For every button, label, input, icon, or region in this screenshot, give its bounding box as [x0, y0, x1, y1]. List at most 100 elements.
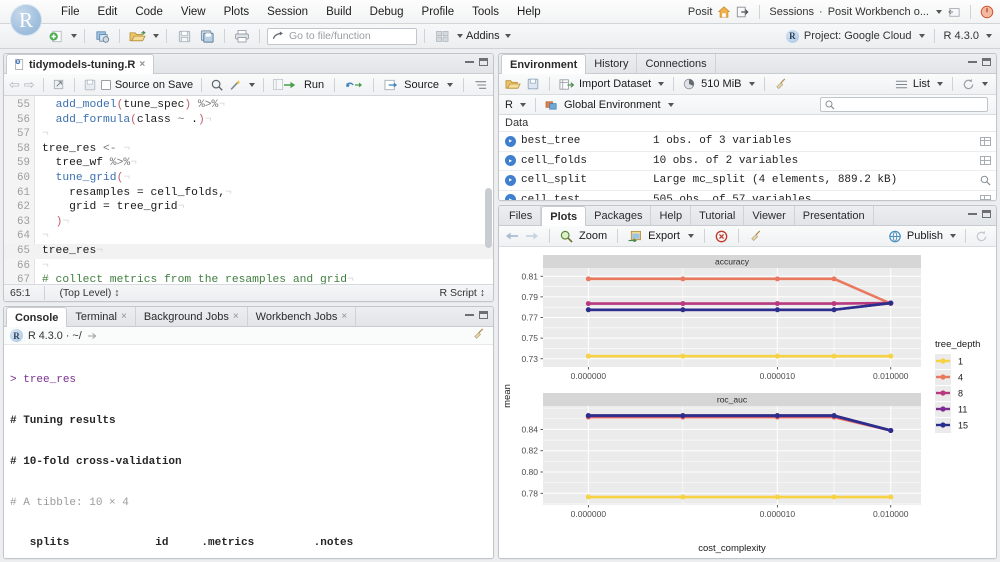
environment-scope[interactable]: Global Environment [564, 99, 661, 111]
project-chevron-icon[interactable] [918, 34, 925, 38]
publish-chevron-icon[interactable] [950, 234, 956, 238]
plot-display-area[interactable]: accuracy 0.73 0.75 0.77 0.79 0.81 0.000000 0.00… [499, 247, 996, 558]
memory-usage-label[interactable]: 510 MiB [701, 78, 741, 90]
expand-icon[interactable]: ▸ [505, 174, 516, 186]
environment-language[interactable]: R [505, 99, 513, 111]
find-replace-icon[interactable] [210, 78, 224, 92]
maximize-icon[interactable] [479, 58, 488, 66]
menu-item-build[interactable]: Build [317, 4, 361, 20]
forward-arrow-icon[interactable]: ⇨ [24, 77, 35, 93]
new-project-button[interactable] [92, 27, 112, 46]
menu-item-file[interactable]: File [52, 4, 89, 20]
clear-all-plots-icon[interactable] [749, 230, 762, 242]
close-icon[interactable]: × [341, 311, 347, 322]
save-workspace-icon[interactable] [526, 77, 540, 91]
tab-console[interactable]: Console [6, 307, 68, 327]
tab-viewer[interactable]: Viewer [744, 206, 795, 225]
code-tools-wand-icon[interactable] [228, 78, 243, 92]
show-document-outline-icon[interactable] [474, 79, 488, 91]
panes-chevron-icon[interactable] [457, 34, 463, 38]
rerun-icon[interactable] [345, 79, 363, 91]
home-icon[interactable] [717, 5, 731, 19]
expand-icon[interactable]: ▸ [505, 155, 516, 167]
open-file-chevron-icon[interactable] [153, 34, 159, 38]
environment-variable-list[interactable]: Data ▸ best_tree 1 obs. of 3 variables ▸ cel… [499, 115, 996, 200]
source-on-save-checkbox[interactable] [100, 79, 111, 90]
menu-item-profile[interactable]: Profile [413, 4, 464, 20]
minimize-icon[interactable] [968, 213, 977, 215]
menu-item-edit[interactable]: Edit [89, 4, 127, 20]
code-editor[interactable]: 55 add_model(tune_spec) %>%¬ 56 add_formu… [4, 96, 493, 284]
view-table-icon[interactable] [974, 156, 996, 166]
tab-terminal[interactable]: Terminal × [67, 307, 136, 326]
clear-console-button[interactable] [472, 328, 485, 343]
save-icon[interactable] [83, 78, 97, 92]
environment-row[interactable]: ▸ cell_folds 10 obs. of 2 variables [499, 152, 996, 171]
expand-icon[interactable]: ▸ [505, 135, 516, 147]
tab-packages[interactable]: Packages [586, 206, 652, 225]
refresh-chevron-icon[interactable] [982, 82, 988, 86]
open-file-button[interactable] [127, 27, 148, 46]
tab-help[interactable]: Help [651, 206, 692, 225]
run-arrow-icon[interactable] [283, 79, 298, 91]
next-plot-icon[interactable] [525, 230, 539, 242]
source-chevron-icon[interactable] [447, 82, 453, 87]
r-version-label[interactable]: R 4.3.0 [944, 30, 979, 42]
maximize-icon[interactable] [982, 210, 991, 218]
workspace-panes-button[interactable] [432, 27, 452, 46]
r-version-chevron-icon[interactable] [986, 34, 992, 38]
inspect-object-icon[interactable] [974, 175, 996, 186]
new-file-chevron-icon[interactable] [71, 34, 77, 38]
back-arrow-icon[interactable]: ⇦ [9, 77, 20, 93]
expand-icon[interactable]: ▸ [505, 194, 516, 200]
minimize-icon[interactable] [465, 61, 474, 63]
tab-tutorial[interactable]: Tutorial [691, 206, 745, 225]
goto-file-function-input[interactable]: Go to file/function [267, 27, 417, 45]
environment-row[interactable]: ▸ best_tree 1 obs. of 3 variables [499, 132, 996, 152]
tab-background-jobs[interactable]: Background Jobs × [136, 307, 248, 326]
maximize-icon[interactable] [479, 311, 488, 319]
tab-environment[interactable]: Environment [501, 54, 587, 74]
list-view-icon[interactable] [895, 79, 908, 90]
previous-plot-icon[interactable] [505, 230, 519, 242]
close-icon[interactable]: × [139, 59, 145, 70]
minimize-icon[interactable] [465, 314, 474, 316]
language-chevron-icon[interactable] [519, 102, 526, 107]
tab-workbench-jobs[interactable]: Workbench Jobs × [248, 307, 357, 326]
load-workspace-icon[interactable] [505, 77, 521, 91]
source-icon[interactable] [384, 79, 398, 91]
environment-row[interactable]: ▸ cell_split Large mc_split (4 elements, 8… [499, 171, 996, 191]
clear-environment-icon[interactable] [774, 78, 787, 90]
close-icon[interactable]: × [233, 311, 239, 322]
maximize-icon[interactable] [982, 58, 991, 66]
view-table-icon[interactable] [974, 195, 996, 200]
tab-connections[interactable]: Connections [637, 54, 716, 73]
menu-item-help[interactable]: Help [508, 4, 550, 20]
code-scope-selector[interactable]: (Top Level) ↕ [59, 287, 119, 299]
editor-scrollbar[interactable] [485, 188, 492, 248]
session-name[interactable]: Posit Workbench o... [828, 6, 929, 18]
menu-item-session[interactable]: Session [258, 4, 317, 20]
menu-item-debug[interactable]: Debug [361, 4, 413, 20]
close-icon[interactable]: × [121, 311, 127, 322]
import-dataset-button[interactable]: Import Dataset [579, 78, 651, 90]
project-label[interactable]: Project: Google Cloud [804, 30, 912, 42]
refresh-icon[interactable] [962, 78, 975, 91]
memory-chevron-icon[interactable] [748, 82, 755, 86]
tab-plots[interactable]: Plots [541, 206, 587, 226]
menu-item-tools[interactable]: Tools [463, 4, 508, 20]
addins-button[interactable]: Addins [466, 30, 511, 42]
print-button[interactable] [232, 27, 252, 46]
file-type-selector[interactable]: R Script ↕ [439, 287, 485, 299]
sign-out-icon[interactable] [736, 5, 750, 19]
show-in-new-window-icon[interactable] [52, 78, 66, 91]
run-button[interactable]: Run [304, 79, 324, 91]
source-button[interactable]: Source [404, 79, 439, 91]
tab-presentation[interactable]: Presentation [795, 206, 874, 225]
menu-item-plots[interactable]: Plots [215, 4, 259, 20]
import-dataset-chevron-icon[interactable] [658, 82, 665, 86]
tab-files[interactable]: Files [501, 206, 542, 225]
new-file-button[interactable] [46, 27, 66, 46]
code-tools-chevron-icon[interactable] [249, 82, 256, 87]
view-mode-label[interactable]: List [913, 78, 930, 90]
